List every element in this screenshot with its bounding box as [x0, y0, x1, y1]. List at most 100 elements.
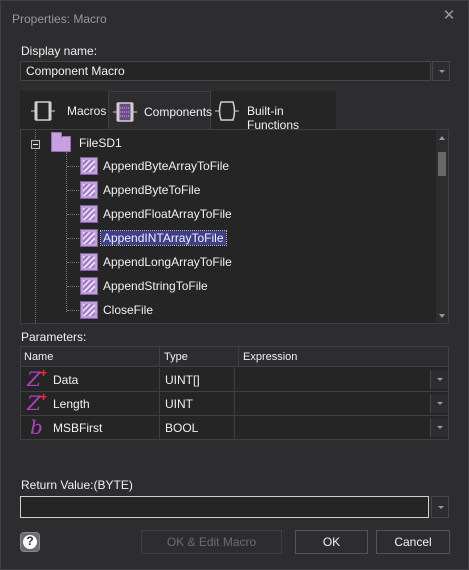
column-divider [234, 416, 235, 440]
parameter-type: UINT[] [165, 373, 200, 387]
chevron-down-icon [437, 426, 443, 429]
parameter-type: BOOL [165, 421, 199, 435]
display-name-value: Component Macro [26, 64, 125, 78]
tree-item[interactable]: CloseFile [67, 299, 337, 321]
parameter-name: MSBFirst [53, 421, 103, 435]
parameter-row[interactable]: b MSBFirst BOOL [21, 416, 448, 440]
tree-line [67, 262, 79, 263]
return-value-field[interactable] [20, 496, 429, 518]
title-bar: Properties: Macro ✕ [1, 1, 468, 35]
tree-line [67, 310, 79, 311]
column-divider [159, 347, 160, 367]
tree-line [67, 190, 79, 191]
macro-icon [80, 301, 98, 319]
column-divider [234, 368, 235, 392]
macro-icon [80, 157, 98, 175]
macro-icon [80, 205, 98, 223]
chevron-down-icon [439, 70, 445, 73]
macro-icon [80, 181, 98, 199]
cancel-button[interactable]: Cancel [376, 530, 450, 554]
integer-type-icon: Z [27, 391, 41, 415]
column-header-name: Name [24, 351, 54, 363]
macro-icon [80, 277, 98, 295]
folder-icon [51, 132, 71, 152]
tree-item-selected[interactable]: AppendINTArrayToFile [67, 227, 337, 249]
help-icon: ? [26, 534, 34, 548]
array-plus-icon: + [40, 366, 48, 380]
integer-type-icon: Z [27, 367, 41, 391]
close-icon[interactable]: ✕ [440, 7, 458, 25]
tree-item[interactable]: AppendFloatArrayToFile [67, 203, 337, 225]
parameters-grid: Name Type Expression Z + Data UINT[] Z +… [20, 346, 449, 440]
column-divider [238, 347, 239, 367]
tree-item-label: AppendByteToFile [103, 183, 201, 197]
parameter-name: Data [53, 373, 79, 387]
return-value-dropdown-button[interactable] [431, 496, 449, 518]
macro-icon [80, 229, 98, 247]
column-header-type: Type [164, 351, 188, 363]
tree-line [67, 166, 79, 167]
window-title: Properties: Macro [12, 12, 107, 26]
tree-line [67, 214, 79, 215]
component-block-icon [113, 102, 137, 122]
collapse-icon[interactable] [31, 140, 40, 149]
tree-folder-label: FileSD1 [79, 136, 122, 150]
parameters-label: Parameters: [21, 330, 87, 344]
scroll-thumb[interactable] [438, 152, 446, 176]
return-value-label: Return Value:(BYTE) [21, 478, 133, 492]
tree-line [67, 286, 79, 287]
properties-macro-dialog: Properties: Macro ✕ Display name: Compon… [0, 0, 469, 570]
tree-item[interactable]: AppendStringToFile [67, 275, 337, 297]
tree-line [66, 152, 67, 312]
tab-built-in-functions-label: Built-in Functions [247, 104, 300, 132]
tree-item-label: AppendFloatArrayToFile [103, 207, 232, 221]
parameter-row[interactable]: Z + Data UINT[] [21, 366, 448, 392]
help-button[interactable]: ? [20, 532, 40, 552]
column-divider [159, 368, 160, 392]
expression-dropdown-button[interactable] [430, 418, 448, 437]
display-name-field[interactable]: Component Macro [20, 61, 431, 81]
boolean-type-icon: b [30, 415, 43, 439]
tree-item-label: AppendINTArrayToFile [100, 230, 227, 246]
tree-line [67, 238, 79, 239]
tree-item-label: CloseFile [103, 303, 154, 317]
ok-button[interactable]: OK [295, 530, 368, 554]
tree-item[interactable]: AppendByteToFile [67, 179, 337, 201]
tree-scrollbar[interactable] [436, 130, 448, 323]
scroll-down-icon[interactable] [439, 314, 445, 318]
chevron-down-icon [437, 378, 443, 381]
component-macro-tree[interactable]: FileSD1 AppendByteArrayToFile AppendByte… [20, 129, 449, 324]
column-divider [159, 416, 160, 440]
expression-dropdown-button[interactable] [430, 394, 448, 413]
tab-macros-label: Macros [67, 104, 107, 118]
tree-folder-row[interactable]: FileSD1 [21, 132, 221, 154]
tree-item-label: AppendStringToFile [103, 279, 208, 293]
tab-built-in-functions[interactable]: Built-in Functions [211, 91, 336, 132]
tree-item-label: AppendByteArrayToFile [103, 159, 230, 173]
chevron-down-icon [438, 506, 444, 509]
parameters-header: Name Type Expression [21, 347, 448, 367]
column-header-expression: Expression [243, 351, 298, 363]
tree-item[interactable]: AppendByteArrayToFile [67, 155, 337, 177]
parameter-type: UINT [165, 397, 193, 411]
tab-macros[interactable]: Macros [26, 91, 110, 131]
column-divider [159, 392, 160, 416]
function-block-icon [215, 101, 239, 121]
ok-edit-macro-button[interactable]: OK & Edit Macro [141, 530, 282, 554]
column-divider [234, 392, 235, 416]
display-name-dropdown-button[interactable] [432, 61, 450, 81]
display-name-label: Display name: [21, 44, 98, 58]
chevron-down-icon [437, 402, 443, 405]
scroll-up-icon[interactable] [439, 136, 445, 140]
macro-icon [80, 253, 98, 271]
parameter-name: Length [53, 397, 90, 411]
tab-strip: Macros Components Built-in Functions [20, 91, 336, 132]
tree-line [35, 130, 36, 323]
tree-item[interactable]: AppendLongArrayToFile [67, 251, 337, 273]
tab-components[interactable]: Components [108, 91, 213, 131]
tab-components-label: Components [144, 105, 213, 119]
expression-dropdown-button[interactable] [430, 370, 448, 389]
tree-item-label: AppendLongArrayToFile [103, 255, 232, 269]
parameter-row[interactable]: Z + Length UINT [21, 390, 448, 416]
macro-block-icon [31, 101, 55, 121]
